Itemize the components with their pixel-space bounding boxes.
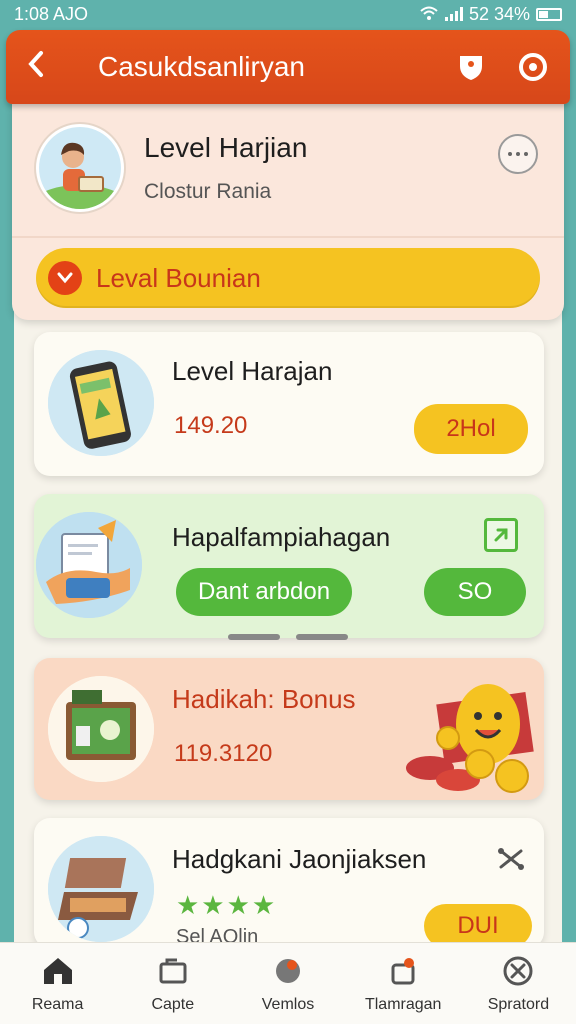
level-action-button[interactable]: 2Hol — [414, 404, 528, 454]
battery-icon — [536, 7, 562, 21]
nav-item-vemlos[interactable]: Vemlos — [230, 943, 345, 1024]
bonus-pill-button[interactable]: Leval Bounian — [36, 248, 540, 308]
gift-icon — [386, 954, 420, 988]
promo-card[interactable]: Hapalfampiahagan Dant arbdon SO — [34, 494, 544, 638]
signal-icon — [444, 7, 463, 21]
hand-document-icon — [36, 512, 142, 618]
status-indicators: 52 34% — [419, 4, 562, 25]
app-bar: Casukdsanliryan — [6, 30, 570, 104]
globe-icon — [271, 954, 305, 988]
cash-register-icon — [48, 676, 154, 782]
shuffle-icon — [498, 848, 524, 870]
nav-label: Reama — [31, 995, 84, 1013]
card-value: 119.3120 — [174, 740, 273, 767]
bonus-card[interactable]: Hadikah: Bonus 119.3120 — [34, 658, 544, 800]
status-bar: 1:08 AJO 52 34% — [0, 0, 576, 28]
laptop-icon — [48, 836, 154, 942]
settings-button[interactable] — [516, 50, 550, 84]
pager-indicator — [296, 634, 348, 640]
app-title: Casukdsanliryan — [98, 51, 305, 82]
nav-label: Spratord — [487, 995, 550, 1013]
card-title: Hadgkani Jaonjiaksen — [172, 844, 427, 874]
more-options-button[interactable] — [498, 134, 538, 174]
shield-button[interactable] — [454, 50, 488, 84]
dot-icon — [508, 152, 512, 156]
shield-icon — [460, 56, 482, 80]
divider — [12, 236, 564, 238]
profile-subtitle: Clostur Rania — [144, 180, 272, 203]
nav-item-spratord[interactable]: Spratord — [461, 943, 576, 1024]
wifi-icon — [420, 6, 438, 20]
shuffle-button[interactable] — [496, 844, 526, 874]
nav-label: Tlamragan — [364, 995, 442, 1013]
nav-label: Capte — [151, 995, 195, 1013]
dot-icon — [516, 152, 520, 156]
pager-indicator — [228, 634, 280, 640]
battery-text: 52 34% — [468, 3, 530, 24]
external-link-button[interactable] — [484, 518, 518, 552]
rating-stars: ★★★★ — [176, 890, 278, 920]
card-value: 149.20 — [174, 412, 248, 439]
card-title: Level Harajan — [172, 356, 333, 386]
promo-primary-button[interactable]: Dant arbdon — [176, 568, 352, 616]
card-icon — [156, 954, 190, 988]
promo-secondary-button[interactable]: SO — [424, 568, 526, 616]
nav-item-capte[interactable]: Capte — [115, 943, 230, 1024]
nav-item-home[interactable]: Reama — [0, 943, 115, 1024]
phone-icon — [48, 350, 154, 456]
card-title: Hadikah: Bonus — [172, 684, 356, 714]
nav-item-tlamragan[interactable]: Tlamragan — [346, 943, 461, 1024]
dot-icon — [524, 152, 528, 156]
avatar[interactable] — [36, 124, 124, 212]
arrow-up-right-icon — [494, 528, 508, 542]
coin-mascot-icon — [406, 684, 534, 793]
bonus-pill-label: Leval Bounian — [96, 262, 261, 293]
back-button[interactable] — [26, 48, 70, 87]
reader-illustration-icon — [39, 127, 121, 209]
chevron-down-icon — [48, 261, 82, 295]
program-card[interactable]: Hadgkani Jaonjiaksen ★★★★ Sel AOlin DUI — [34, 818, 544, 948]
bottom-nav: Reama Capte Vemlos Tlamragan Spratord — [0, 942, 576, 1024]
card-title: Hapalfampiahagan — [172, 522, 391, 552]
level-card[interactable]: Level Harajan 149.20 2Hol — [34, 332, 544, 476]
profile-card: Level Harjian Clostur Rania Leval Bounia… — [12, 104, 564, 320]
home-icon — [41, 954, 75, 988]
status-time: 1:08 AJO — [14, 3, 89, 24]
nav-label: Vemlos — [261, 995, 315, 1013]
target-icon — [519, 53, 547, 81]
profile-title: Level Harjian — [144, 132, 308, 163]
chevron-left-icon — [28, 50, 43, 77]
close-circle-icon — [501, 954, 535, 988]
